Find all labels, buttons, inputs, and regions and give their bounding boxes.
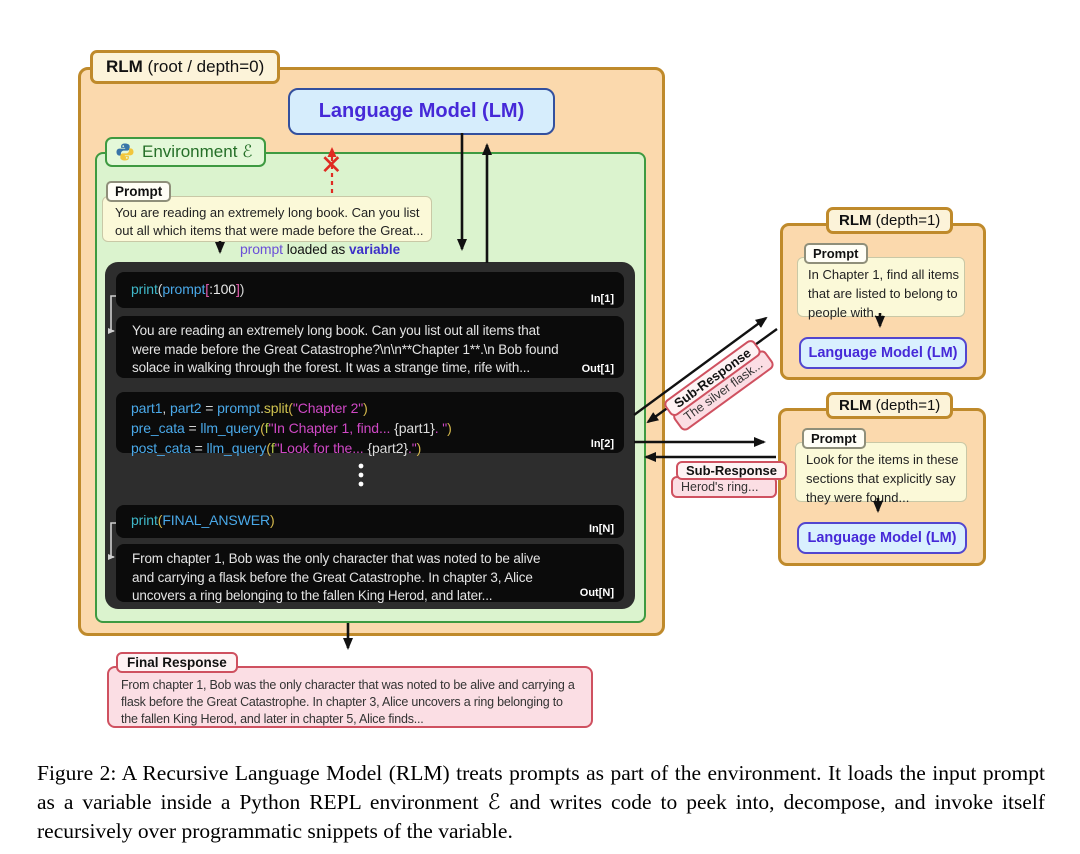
inN-label: In[N]: [588, 523, 614, 535]
outN-text: From chapter 1, Bob was the only charact…: [116, 544, 624, 606]
prompt-load-note: prompt loaded as variable: [240, 241, 400, 257]
rlm1-tab-bold: RLM: [839, 212, 872, 229]
blocked-x-icon: ✕: [320, 150, 343, 180]
rlm1-tab-rest: (depth=1): [871, 212, 941, 229]
repl-cell-out1: You are reading an extremely long book. …: [116, 316, 624, 378]
language-model-box-1: Language Model (LM): [799, 337, 967, 369]
prompt-root-line: You are reading an extremely long book. …: [115, 205, 420, 220]
repl-cell-inN: print(FINAL_ANSWER) In[N]: [116, 505, 624, 538]
in1-label: In[1]: [590, 293, 614, 305]
code-in2-line: post_cata = llm_query(f"Look for the... …: [131, 440, 422, 456]
python-icon: [115, 142, 135, 162]
prompt1-line: that are listed to belong to: [808, 286, 958, 301]
prompt-box-root: You are reading an extremely long book. …: [102, 196, 432, 242]
outN-line: and carrying a flask before the Great Ca…: [132, 569, 533, 585]
code-inN: print(FINAL_ANSWER): [131, 512, 275, 528]
final-line: flask before the Great Catastrophe. In c…: [121, 695, 563, 709]
prompt2-line: sections that explicitly say: [806, 471, 956, 486]
figure-caption: Figure 2: A Recursive Language Model (RL…: [37, 759, 1045, 846]
prompt2-line: Look for the items in these: [806, 452, 959, 467]
prompt2-line: they were found...: [806, 490, 910, 505]
load-note-plain: loaded as: [282, 242, 350, 257]
load-note-prompt: prompt: [240, 241, 283, 257]
code-in1: print(prompt[:100]): [131, 281, 245, 297]
prompt1-line: In Chapter 1, find all items: [808, 267, 960, 282]
outN-line: uncovers a ring belonging to the fallen …: [132, 588, 493, 603]
rlm-root-tab-rest: (root / depth=0): [142, 57, 265, 76]
out1-label: Out[1]: [581, 363, 614, 375]
sub-response-2: Sub-Response Herod's ring...: [671, 461, 788, 498]
outN-label: Out[N]: [579, 587, 614, 599]
repl-cell-outN: From chapter 1, Bob was the only charact…: [116, 544, 624, 603]
rlm2-tab-rest: (depth=1): [871, 397, 941, 414]
rlm2-tab-bold: RLM: [839, 397, 872, 414]
final-line: From chapter 1, Bob was the only charact…: [121, 678, 575, 692]
prompt-tab-2: Prompt: [802, 428, 866, 449]
prompt-tab-root: Prompt: [106, 181, 172, 202]
prompt1-line: people with...: [808, 305, 885, 320]
repl-cell-in1: print(prompt[:100]) In[1]: [116, 272, 624, 308]
repl-cell-in2: part1, part2 = prompt.split("Chapter 2")…: [116, 392, 624, 456]
environment-tab-label: Environment ℰ: [142, 142, 253, 161]
language-model-box-2: Language Model (LM): [797, 522, 967, 554]
figure-2-rlm-diagram: RLM (root / depth=0) Language Model (LM)…: [0, 0, 1080, 854]
out1-line: were made before the Great Catastrophe?\…: [132, 341, 559, 357]
environment-tab: Environment ℰ: [105, 137, 267, 167]
final-line: the fallen King Herod, and later in chap…: [121, 712, 424, 726]
final-response-tab: Final Response: [116, 652, 238, 673]
prompt-tab-1: Prompt: [804, 243, 868, 264]
load-note-variable: variable: [349, 242, 401, 257]
out1-line: You are reading an extremely long book. …: [132, 323, 540, 338]
code-in2-line: part1, part2 = prompt.split("Chapter 2"): [131, 400, 368, 416]
in2-label: In[2]: [590, 438, 614, 450]
outN-line: From chapter 1, Bob was the only charact…: [132, 551, 541, 566]
language-model-box: Language Model (LM): [288, 88, 555, 135]
prompt-box-1: In Chapter 1, find all items that are li…: [797, 257, 965, 320]
prompt-root-line: out all which items that were made befor…: [115, 223, 424, 238]
code-in2: part1, part2 = prompt.split("Chapter 2")…: [116, 392, 624, 458]
rlm-depth1-tab-1: RLM (depth=1): [826, 207, 954, 234]
rlm-root-tab-bold: RLM: [106, 57, 143, 76]
prompt-box-2: Look for the items in these sections tha…: [795, 442, 967, 505]
final-response-box: From chapter 1, Bob was the only charact…: [107, 666, 593, 728]
out1-line: solace in walking through the forest. It…: [132, 360, 530, 375]
code-in2-line: pre_cata = llm_query(f"In Chapter 1, fin…: [131, 420, 452, 436]
caption-script-e: ℰ: [487, 789, 501, 815]
out1-text: You are reading an extremely long book. …: [116, 316, 624, 378]
rlm-root-tab: RLM (root / depth=0): [90, 50, 281, 84]
sub-response-1: Sub-Response The silver flask...: [661, 336, 776, 433]
sub-response-2-tab: Sub-Response: [676, 461, 788, 480]
rlm-depth1-tab-2: RLM (depth=1): [826, 392, 954, 419]
